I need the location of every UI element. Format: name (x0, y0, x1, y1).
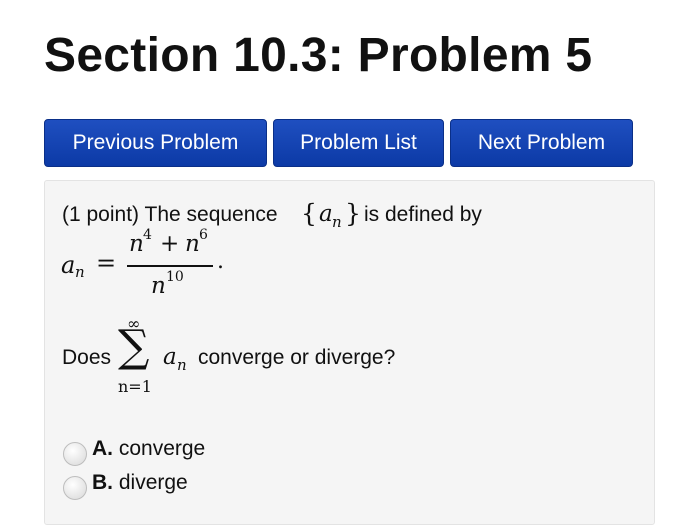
radio-diverge[interactable] (63, 476, 87, 500)
numerator-n2: n (185, 231, 200, 257)
formula-period: . (217, 249, 224, 274)
problem-panel: (1 point) The sequence { a n } is define… (44, 180, 655, 525)
option-a-text: converge (118, 437, 206, 460)
summation-symbol: ∑ (118, 321, 150, 372)
formula-lhs-variable: a (61, 251, 76, 279)
sum-term-subscript: n (177, 356, 187, 374)
numerator-plus: + (160, 231, 180, 257)
sequence-brace-close: } (345, 199, 361, 228)
formula-equals: = (96, 249, 117, 277)
next-problem-button[interactable]: Next Problem (450, 119, 633, 167)
option-b-letter: B. (92, 471, 113, 494)
numerator-n1: n (129, 231, 144, 257)
question-prefix: Does (62, 346, 112, 369)
problem-list-button[interactable]: Problem List (273, 119, 444, 167)
problem-intro-text: (1 point) The sequence (62, 203, 278, 226)
page-title: Section 10.3: Problem 5 (44, 29, 593, 82)
formula-lhs-subscript: n (75, 263, 85, 281)
numerator-exponent1: 4 (143, 227, 152, 243)
sum-term-variable: a (163, 344, 177, 370)
problem-intro-rest: is defined by (364, 203, 482, 226)
sequence-brace-open: { (301, 199, 317, 228)
denominator-exponent: 10 (166, 269, 184, 285)
option-diverge-label[interactable]: B. diverge (92, 471, 188, 495)
sum-lower-limit: n=1 (118, 377, 152, 396)
option-b-text: diverge (118, 471, 188, 494)
fraction-bar (127, 265, 213, 267)
option-converge-label[interactable]: A. converge (92, 437, 205, 461)
sequence-subscript: n (332, 213, 342, 231)
denominator-n: n (151, 273, 166, 299)
radio-converge[interactable] (63, 442, 87, 466)
previous-problem-button[interactable]: Previous Problem (44, 119, 267, 167)
numerator-exponent2: 6 (199, 227, 208, 243)
question-suffix: converge or diverge? (198, 346, 396, 369)
sequence-variable: a (319, 201, 333, 227)
option-a-letter: A. (92, 437, 113, 460)
